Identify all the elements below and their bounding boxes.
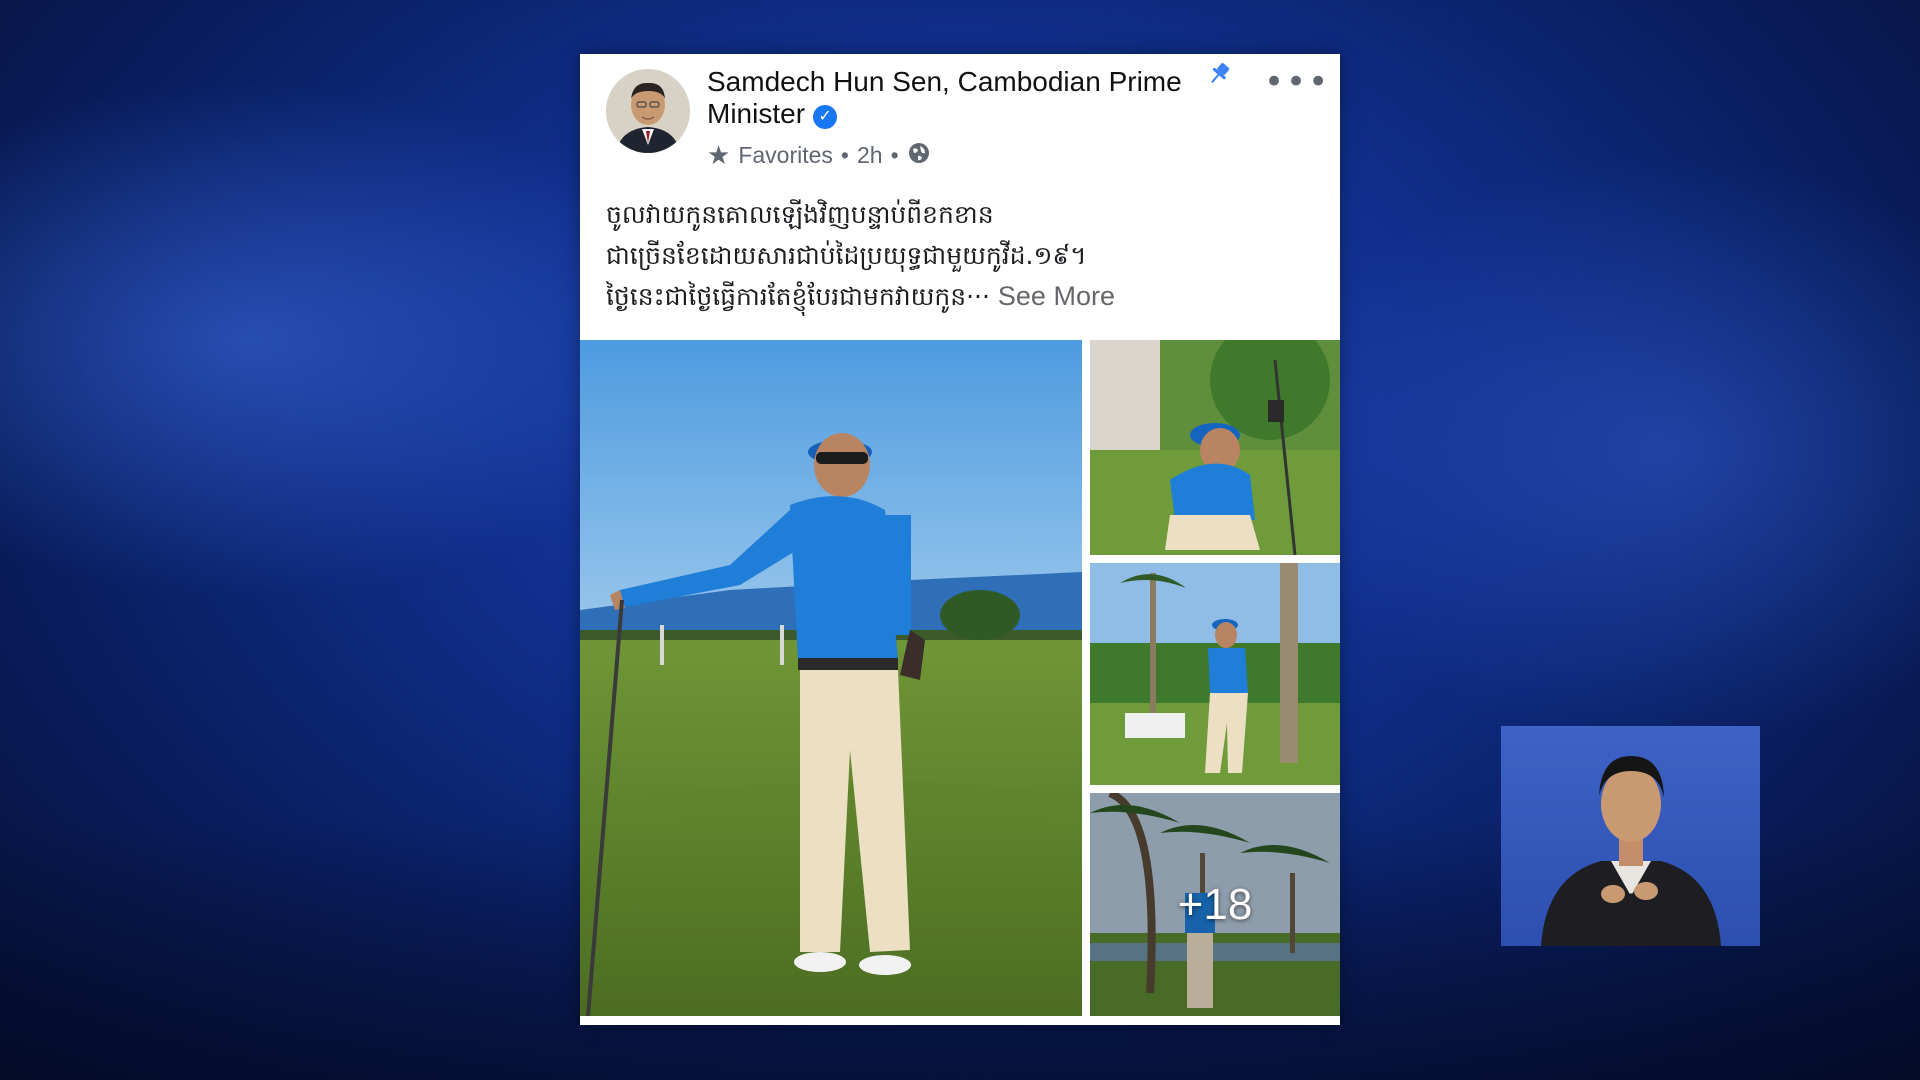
author-avatar[interactable]: [606, 69, 690, 153]
post-photo-thumbnail[interactable]: [1090, 340, 1340, 555]
author-name-block[interactable]: Samdech Hun Sen, Cambodian Prime Ministe…: [707, 66, 1227, 130]
see-more-link[interactable]: See More: [998, 281, 1115, 311]
post-meta: ★ Favorites • 2h •: [707, 140, 931, 171]
audience-label[interactable]: Favorites: [738, 142, 833, 169]
post-photo-more[interactable]: +18: [1090, 793, 1340, 1016]
post-photo-thumbnail[interactable]: [1090, 563, 1340, 785]
pin-icon[interactable]: [1205, 60, 1233, 88]
meta-separator: •: [840, 142, 849, 168]
sign-language-interpreter-video: [1501, 726, 1760, 946]
more-options-icon[interactable]: •••: [1264, 62, 1330, 102]
post-time[interactable]: 2h: [857, 142, 883, 169]
card-bottom-edge: [580, 1016, 1340, 1025]
meta-separator: •: [890, 142, 899, 168]
author-name[interactable]: Samdech Hun Sen, Cambodian Prime Ministe…: [707, 66, 1182, 129]
globe-icon: [907, 141, 931, 171]
post-text: ចូលវាយកូនគោលឡើងវិញបន្ទាប់ពីខកខាន ជាច្រើន…: [606, 194, 1326, 317]
more-photos-count[interactable]: +18: [1090, 793, 1340, 1016]
facebook-post-card: Samdech Hun Sen, Cambodian Prime Ministe…: [580, 54, 1340, 1025]
star-icon: ★: [707, 140, 731, 170]
post-text-line-3: ថ្ងៃនេះជាថ្ងៃធ្វើការតែខ្ញុំបែរជាមកវាយកូន…: [606, 282, 990, 311]
post-text-line: ថ្ងៃនេះជាថ្ងៃធ្វើការតែខ្ញុំបែរជាមកវាយកូន…: [606, 276, 1326, 317]
post-text-line: ជាច្រើនខែដោយសារជាប់ដៃប្រយុទ្ធជាមួយកូវីដ.…: [606, 241, 1087, 270]
verified-badge-icon: ✓: [813, 105, 838, 129]
post-text-line: ចូលវាយកូនគោលឡើងវិញបន្ទាប់ពីខកខាន: [606, 200, 994, 229]
post-photo-main[interactable]: [580, 340, 1082, 1016]
